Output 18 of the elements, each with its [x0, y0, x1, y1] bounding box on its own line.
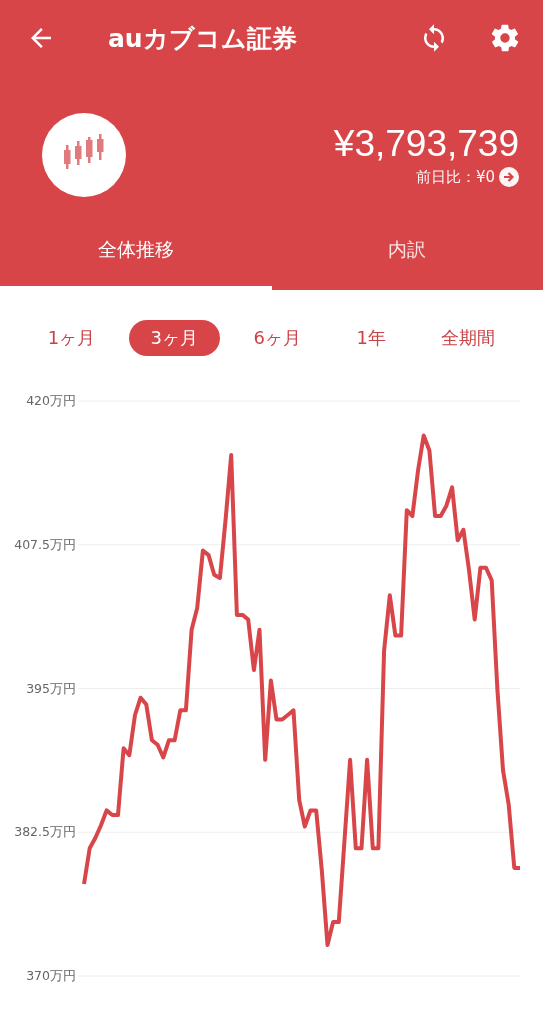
period-button[interactable]: 3ヶ月 — [128, 320, 221, 356]
y-axis-label: 395万円 — [26, 680, 76, 696]
tab[interactable]: 内訳 — [271, 214, 543, 290]
y-axis-label: 382.5万円 — [14, 824, 76, 840]
y-axis-label: 370万円 — [26, 968, 76, 983]
tab[interactable]: 全体推移 — [0, 214, 272, 290]
arrow-circle-icon[interactable] — [499, 167, 519, 187]
settings-icon[interactable] — [489, 22, 521, 54]
total-amount: ¥3,793,739 — [333, 123, 519, 165]
period-button[interactable]: 全期間 — [419, 320, 518, 356]
period-button[interactable]: 1年 — [334, 320, 408, 356]
y-axis-label: 420万円 — [26, 393, 76, 408]
y-axis-label: 407.5万円 — [14, 536, 76, 552]
candlestick-logo-icon — [42, 113, 126, 197]
period-button[interactable]: 1ヶ月 — [25, 320, 118, 356]
day-change-label: 前日比：¥0 — [415, 167, 495, 187]
app-title: auカブコム証券 — [108, 22, 298, 55]
period-button[interactable]: 6ヶ月 — [231, 320, 323, 356]
